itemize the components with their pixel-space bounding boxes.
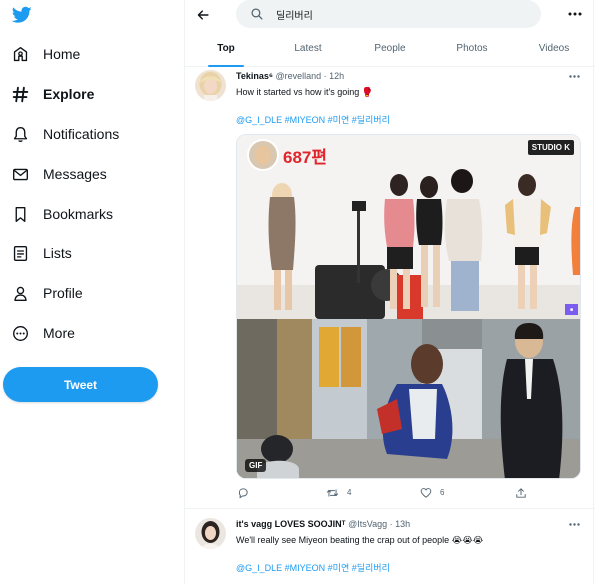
tab-latest[interactable]: Latest — [267, 30, 349, 66]
envelope-icon — [10, 164, 30, 184]
channel-mark-icon: ■ — [565, 304, 578, 315]
sidebar-item-home[interactable]: Home — [10, 39, 80, 69]
more-circle-icon — [10, 323, 30, 343]
tab-top[interactable]: Top — [185, 30, 267, 67]
twitter-bird-icon[interactable] — [11, 6, 32, 24]
tweet[interactable]: Tekinas⁶ @revelland · 12h How it started… — [185, 67, 595, 509]
like-count: 6 — [440, 488, 445, 497]
search-tabs: Top Latest People Photos Videos — [185, 30, 595, 67]
sidebar-item-label: Home — [43, 46, 81, 62]
search-input[interactable] — [276, 8, 516, 20]
episode-label: 687편 — [283, 148, 328, 167]
reply-button[interactable] — [236, 486, 249, 499]
sidebar-item-label: Profile — [43, 285, 83, 301]
retweet-button[interactable]: 4 — [326, 486, 351, 499]
tab-videos[interactable]: Videos — [513, 30, 595, 66]
tweet-more-icon[interactable] — [567, 71, 581, 81]
sidebar-item-messages[interactable]: Messages — [10, 159, 107, 189]
sidebar-item-label: Notifications — [43, 126, 120, 142]
tweet-hashtags[interactable]: @G_I_DLE #MIYEON #미연 #딜리버리 — [236, 113, 390, 126]
tweet[interactable]: it's vagg LOVES SOOJINᵀ @ItsVagg · 13h W… — [185, 509, 595, 584]
avatar[interactable] — [195, 518, 226, 549]
sidebar-item-notifications[interactable]: Notifications — [10, 119, 119, 149]
handle-and-time: @ItsVagg · 13h — [348, 519, 411, 529]
gif-badge: GIF — [245, 459, 267, 472]
sidebar-item-profile[interactable]: Profile — [10, 278, 83, 308]
bell-icon — [10, 124, 30, 144]
sidebar-item-explore[interactable]: Explore — [10, 79, 94, 109]
sidebar-item-label: More — [43, 325, 75, 341]
sidebar-item-label: Messages — [43, 166, 107, 182]
list-icon — [10, 243, 30, 263]
heart-icon — [419, 486, 432, 499]
home-icon — [10, 44, 30, 64]
avatar[interactable] — [195, 70, 226, 101]
studio-k-logo: STUDIO K — [527, 140, 574, 155]
share-button[interactable] — [514, 486, 527, 499]
tweet-header: it's vagg LOVES SOOJINᵀ @ItsVagg · 13h — [236, 519, 410, 529]
main-column: Top Latest People Photos Videos Tekinas⁶… — [184, 0, 595, 584]
sidebar-item-label: Bookmarks — [43, 206, 114, 222]
person-icon — [10, 283, 30, 303]
sidebar-item-label: Lists — [43, 245, 72, 261]
tweet-more-icon[interactable] — [567, 519, 581, 529]
retweet-count: 4 — [347, 488, 352, 497]
reply-icon — [236, 486, 249, 499]
handle-and-time: @revelland · 12h — [275, 71, 345, 81]
tab-people[interactable]: People — [349, 30, 431, 66]
sidebar-item-lists[interactable]: Lists — [10, 238, 72, 268]
bookmark-icon — [10, 204, 30, 224]
retweet-icon — [326, 486, 339, 499]
tweet-button[interactable]: Tweet — [3, 367, 158, 402]
tweet-actions: 4 6 — [236, 486, 536, 500]
sidebar-item-bookmarks[interactable]: Bookmarks — [10, 199, 113, 229]
more-options-icon[interactable] — [567, 6, 583, 22]
back-arrow-icon[interactable] — [193, 5, 213, 25]
sidebar: Home Explore Notifications Messages Book… — [0, 0, 184, 584]
tweet-text: How it started vs how it's going 🥊 — [236, 87, 373, 97]
share-icon — [514, 486, 527, 499]
search-icon — [250, 7, 264, 21]
search-box[interactable] — [236, 0, 541, 28]
hashtag-icon — [10, 84, 30, 104]
like-button[interactable]: 6 — [419, 486, 444, 499]
media-image-top: 687편 STUDIO K ■ — [237, 135, 580, 319]
tab-photos[interactable]: Photos — [431, 30, 513, 66]
tweet-media[interactable]: 687편 STUDIO K ■ GIF — [236, 134, 581, 479]
sidebar-item-label: Explore — [43, 86, 95, 102]
display-name[interactable]: Tekinas⁶ — [236, 71, 273, 81]
display-name[interactable]: it's vagg LOVES SOOJINᵀ — [236, 519, 346, 529]
tweet-header: Tekinas⁶ @revelland · 12h — [236, 71, 344, 81]
sidebar-item-more[interactable]: More — [10, 318, 75, 348]
tweet-hashtags[interactable]: @G_I_DLE #MIYEON #미연 #딜리버리 — [236, 561, 390, 574]
media-gif-bottom: GIF — [237, 319, 580, 478]
search-header — [185, 0, 595, 30]
tweet-text: We'll really see Miyeon beating the crap… — [236, 535, 484, 545]
